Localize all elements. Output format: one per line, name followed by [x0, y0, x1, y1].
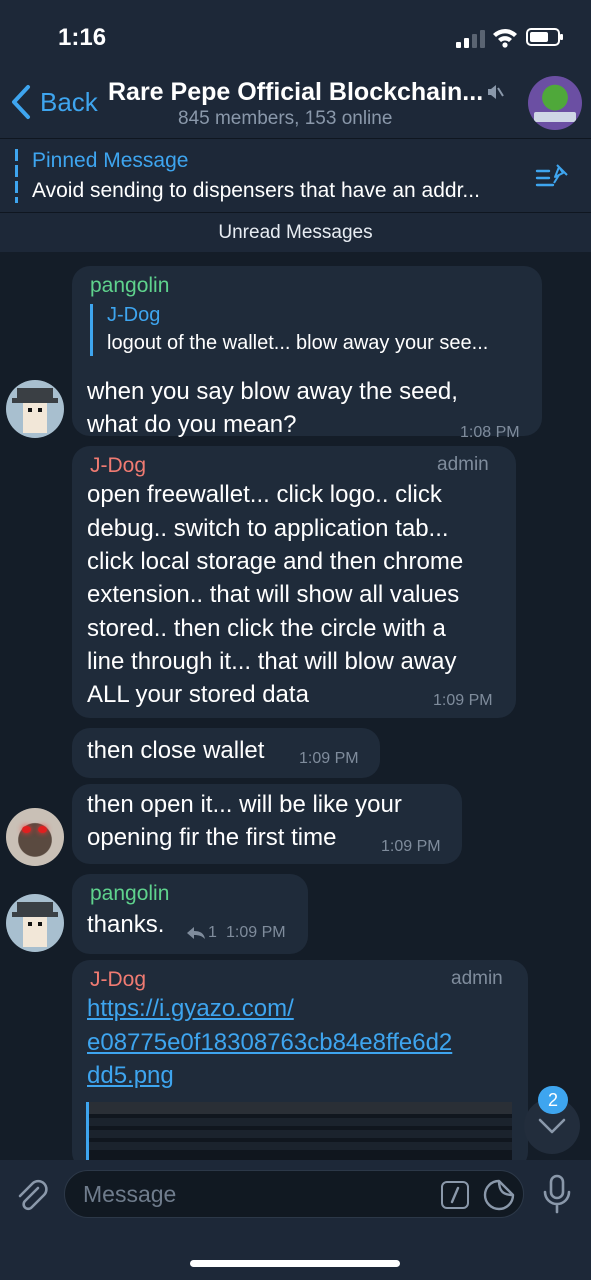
avatar[interactable]: [6, 808, 64, 866]
message-time: 1:09 PM: [226, 924, 286, 941]
avatar[interactable]: [6, 894, 64, 952]
sender-name[interactable]: pangolin: [90, 274, 169, 298]
back-button[interactable]: Back: [10, 84, 98, 120]
sticker-icon[interactable]: [483, 1179, 515, 1211]
reply-quote[interactable]: J-Dog logout of the wallet... blow away …: [90, 304, 530, 356]
message-bubble[interactable]: J-Dog admin open freewallet... click log…: [72, 446, 516, 718]
unread-divider: Unread Messages: [0, 212, 591, 252]
cellular-signal-icon: [456, 30, 486, 48]
message-input[interactable]: [83, 1179, 423, 1209]
message-link[interactable]: e08775e0f18308763cb84e8ffe6d2: [87, 1026, 452, 1059]
group-avatar[interactable]: [528, 76, 582, 130]
status-bar: 1:16: [0, 0, 591, 70]
message-line: when you say blow away the seed,: [87, 378, 458, 405]
reply-count[interactable]: 1: [208, 924, 217, 942]
message-field-wrapper[interactable]: [64, 1170, 524, 1218]
back-label: Back: [40, 86, 98, 117]
message-line: click local storage and then chrome: [87, 548, 464, 575]
unread-count-badge[interactable]: 2: [538, 1086, 568, 1114]
message-time: 1:09 PM: [433, 692, 493, 709]
reply-sender: J-Dog: [107, 304, 161, 326]
sender-name[interactable]: J-Dog: [90, 454, 146, 478]
message-line: thanks.: [87, 911, 165, 938]
chat-header: Back Rare Pepe Official Blockchain... 84…: [0, 70, 591, 138]
message-line: then close wallet: [87, 737, 265, 764]
battery-icon: [526, 28, 563, 46]
message-line: debug.. switch to application tab...: [87, 515, 449, 542]
message-line: extension.. that will show all values: [87, 581, 460, 608]
message-list[interactable]: pangolin J-Dog logout of the wallet... b…: [0, 252, 591, 1160]
message-bubble[interactable]: then open it... will be like your openin…: [72, 784, 462, 864]
message-link[interactable]: dd5.png: [87, 1059, 174, 1092]
message-time: 1:08 PM: [460, 424, 520, 441]
microphone-icon[interactable]: [540, 1174, 574, 1214]
wifi-icon: [493, 29, 517, 48]
admin-badge: admin: [451, 968, 503, 989]
avatar[interactable]: [6, 380, 64, 438]
home-indicator: [190, 1260, 400, 1267]
attachment-icon[interactable]: [14, 1178, 50, 1214]
bot-commands-icon[interactable]: [441, 1181, 469, 1209]
message-line: open freewallet... click logo.. click: [87, 481, 442, 508]
chevron-down-icon: [538, 1118, 566, 1134]
link-preview-image[interactable]: [86, 1102, 512, 1160]
message-line: opening fir the first time: [87, 824, 337, 851]
message-line: what do you mean?: [87, 411, 297, 438]
message-line: ALL your stored data: [87, 681, 309, 708]
pinned-title: Pinned Message: [32, 149, 189, 172]
pin-list-icon[interactable]: [535, 163, 569, 191]
status-time: 1:16: [58, 24, 107, 51]
pinned-text: Avoid sending to dispensers that have an…: [32, 179, 480, 202]
chat-subtitle: 845 members, 153 online: [178, 108, 393, 129]
chevron-left-icon: [12, 85, 30, 119]
pinned-message[interactable]: Pinned Message Avoid sending to dispense…: [0, 138, 591, 212]
message-bubble[interactable]: pangolin thanks. 1 1:09 PM: [72, 874, 308, 954]
reply-text: logout of the wallet... blow away your s…: [107, 332, 489, 354]
message-time: 1:09 PM: [381, 838, 441, 855]
message-time: 1:09 PM: [299, 750, 359, 767]
chat-title[interactable]: Rare Pepe Official Blockchain...: [108, 78, 483, 107]
message-link[interactable]: https://i.gyazo.com/: [87, 992, 294, 1025]
sender-name[interactable]: J-Dog: [90, 968, 146, 992]
sender-name[interactable]: pangolin: [90, 882, 169, 906]
message-line: then open it... will be like your: [87, 791, 402, 818]
message-line: stored.. then click the circle with a: [87, 615, 446, 642]
message-bubble[interactable]: pangolin J-Dog logout of the wallet... b…: [72, 266, 542, 441]
admin-badge: admin: [437, 454, 489, 475]
message-bubble[interactable]: then close wallet 1:09 PM: [72, 728, 380, 778]
message-line: line through it... that will blow away: [87, 648, 457, 675]
pinned-indicator: [15, 149, 18, 203]
reply-count-icon: [187, 927, 205, 939]
muted-icon: [488, 85, 504, 99]
